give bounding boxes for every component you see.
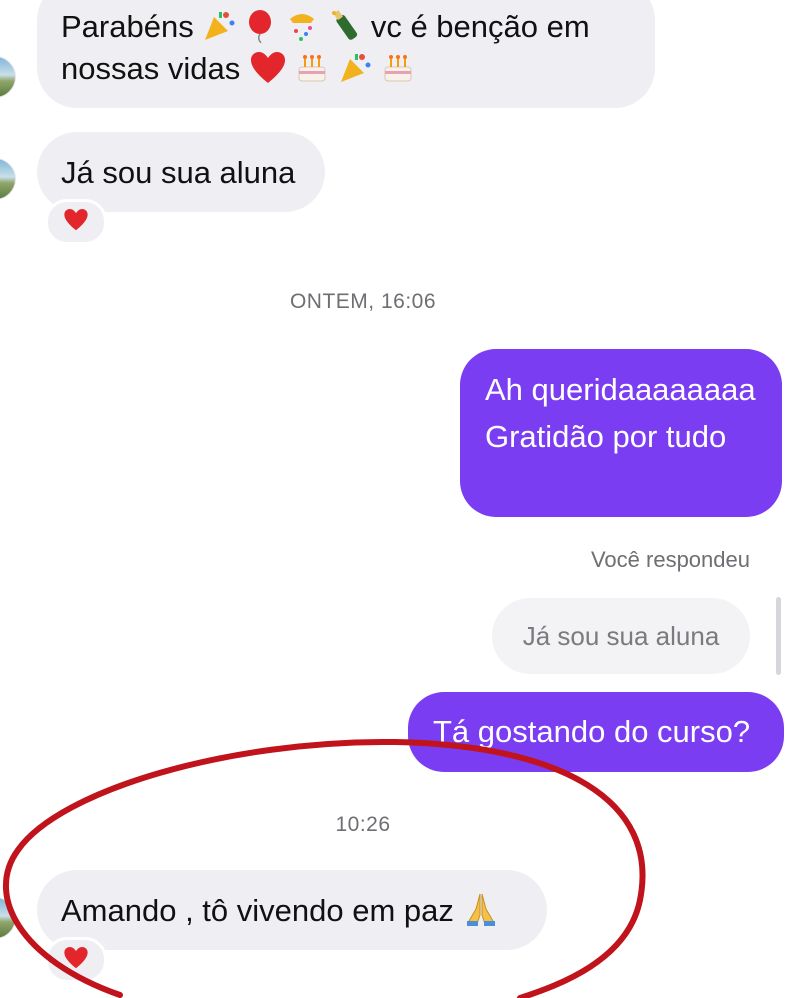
birthday-cake-icon <box>381 49 415 90</box>
party-popper-icon <box>202 7 236 48</box>
message-line: nossas vidas <box>61 48 655 90</box>
conversation-timestamp: ONTEM, 16:06 <box>289 290 437 313</box>
party-popper-icon <box>338 49 372 90</box>
message-text: nossas vidas <box>61 51 241 86</box>
reply-label: Você respondeu <box>590 547 750 572</box>
birthday-cake-icon <box>295 49 329 90</box>
message-text: Tá gostando do curso? <box>433 714 751 749</box>
contact-avatar[interactable] <box>0 897 16 939</box>
message-text: vc é benção em <box>370 9 590 44</box>
outgoing-message-bubble[interactable]: Tá gostando do curso? <box>408 692 784 772</box>
incoming-message-bubble[interactable]: Parabéns vc é benção em nossas vidas <box>37 0 655 108</box>
folded-hands-icon <box>463 891 499 932</box>
message-text: Já sou sua aluna <box>61 155 296 190</box>
bottle-icon <box>328 7 362 48</box>
message-text: Amando , tô vivendo em paz <box>61 893 454 928</box>
message-line: Parabéns vc é benção em <box>61 6 655 48</box>
heart-reaction-icon <box>63 208 89 237</box>
quoted-message[interactable]: Já sou sua aluna <box>492 598 750 674</box>
conversation-timestamp: 10:26 <box>335 813 391 836</box>
balloon-icon <box>245 7 275 48</box>
message-text: Parabéns <box>61 9 194 44</box>
incoming-message-bubble[interactable]: Amando , tô vivendo em paz <box>37 870 547 950</box>
chat-screen: Parabéns vc é benção em nossas vidas Já … <box>0 0 800 998</box>
message-reaction[interactable] <box>45 199 107 245</box>
message-reaction[interactable] <box>45 937 107 983</box>
message-line: Ah queridaaaaaaaa <box>485 372 756 407</box>
contact-avatar[interactable] <box>0 158 16 200</box>
message-line: Gratidão por tudo <box>485 419 727 454</box>
red-heart-icon <box>249 49 287 90</box>
outgoing-message-bubble[interactable]: Ah queridaaaaaaaa Gratidão por tudo <box>460 349 782 517</box>
contact-avatar[interactable] <box>0 56 16 98</box>
reply-indicator-bar <box>776 597 781 675</box>
heart-reaction-icon <box>63 946 89 975</box>
confetti-ball-icon <box>284 7 320 48</box>
